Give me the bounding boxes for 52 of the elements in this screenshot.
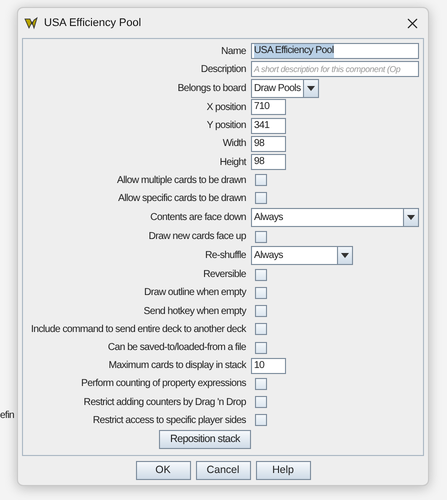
checkbox[interactable] — [255, 396, 267, 408]
checkbox[interactable] — [255, 268, 267, 281]
close-icon[interactable] — [407, 18, 418, 28]
checkbox[interactable] — [255, 174, 267, 186]
field-label: Restrict access to specific player sides — [92, 414, 247, 428]
text-field[interactable]: 710 — [251, 99, 286, 116]
caret-icon — [306, 86, 315, 91]
dialog-button[interactable]: Cancel — [196, 461, 250, 480]
dropdown[interactable]: Draw Pools — [251, 78, 319, 98]
field-label: Belongs to board — [176, 82, 247, 96]
field-label: Restrict adding counters by Drag 'n Drop — [82, 396, 247, 410]
app-icon — [24, 16, 38, 30]
field-label: Draw outline when empty — [143, 286, 248, 300]
checkbox[interactable] — [255, 230, 267, 243]
field-label: Can be saved-to/loaded-from a file — [106, 341, 247, 356]
caret-icon — [407, 215, 415, 220]
text-field[interactable]: 98 — [251, 136, 286, 152]
field-label: Send hotkey when empty — [142, 304, 248, 319]
field-label: Include command to send entire deck to another deck — [30, 322, 248, 337]
field-label: Draw new cards face up — [148, 230, 247, 244]
field-label: Maximum cards to display in stack — [108, 359, 248, 374]
field-label: Height — [218, 156, 248, 170]
dialog-button[interactable]: OK — [136, 461, 190, 480]
background-text: efin — [0, 409, 14, 423]
caret-icon — [341, 253, 349, 258]
field-label: Allow multiple cards to be drawn — [116, 174, 247, 188]
field-label: Contents are face down — [149, 211, 247, 225]
text-field[interactable]: 10 — [251, 358, 286, 374]
text-field[interactable]: 341 — [251, 118, 286, 134]
dialog-button[interactable]: Help — [256, 461, 310, 480]
checkbox[interactable] — [255, 342, 267, 354]
checkbox[interactable] — [255, 286, 267, 299]
field-label: Y position — [206, 119, 247, 134]
field-label: Re-shuffle — [204, 249, 247, 264]
text-field[interactable]: 98 — [251, 154, 286, 170]
checkbox[interactable] — [255, 192, 267, 204]
field-label: Name — [220, 44, 247, 59]
checkbox[interactable] — [255, 414, 267, 426]
checkbox[interactable] — [255, 323, 267, 336]
text-field[interactable]: USA Efficiency Pool — [251, 43, 419, 60]
field-label: Perform counting of property expressions — [80, 377, 248, 392]
field-label: Reversible — [202, 268, 247, 282]
field-label: Description — [200, 62, 247, 77]
field-label: Allow specific cards to be drawn — [117, 192, 247, 206]
checkbox[interactable] — [255, 378, 267, 390]
reposition-stack-button[interactable]: Reposition stack — [159, 430, 251, 450]
window-title: USA Efficiency Pool — [44, 16, 142, 31]
checkbox[interactable] — [255, 305, 267, 318]
dropdown[interactable]: Always — [251, 246, 353, 266]
field-label: Width — [222, 137, 247, 152]
field-label: X position — [206, 100, 247, 115]
dropdown[interactable]: Always — [251, 208, 419, 227]
